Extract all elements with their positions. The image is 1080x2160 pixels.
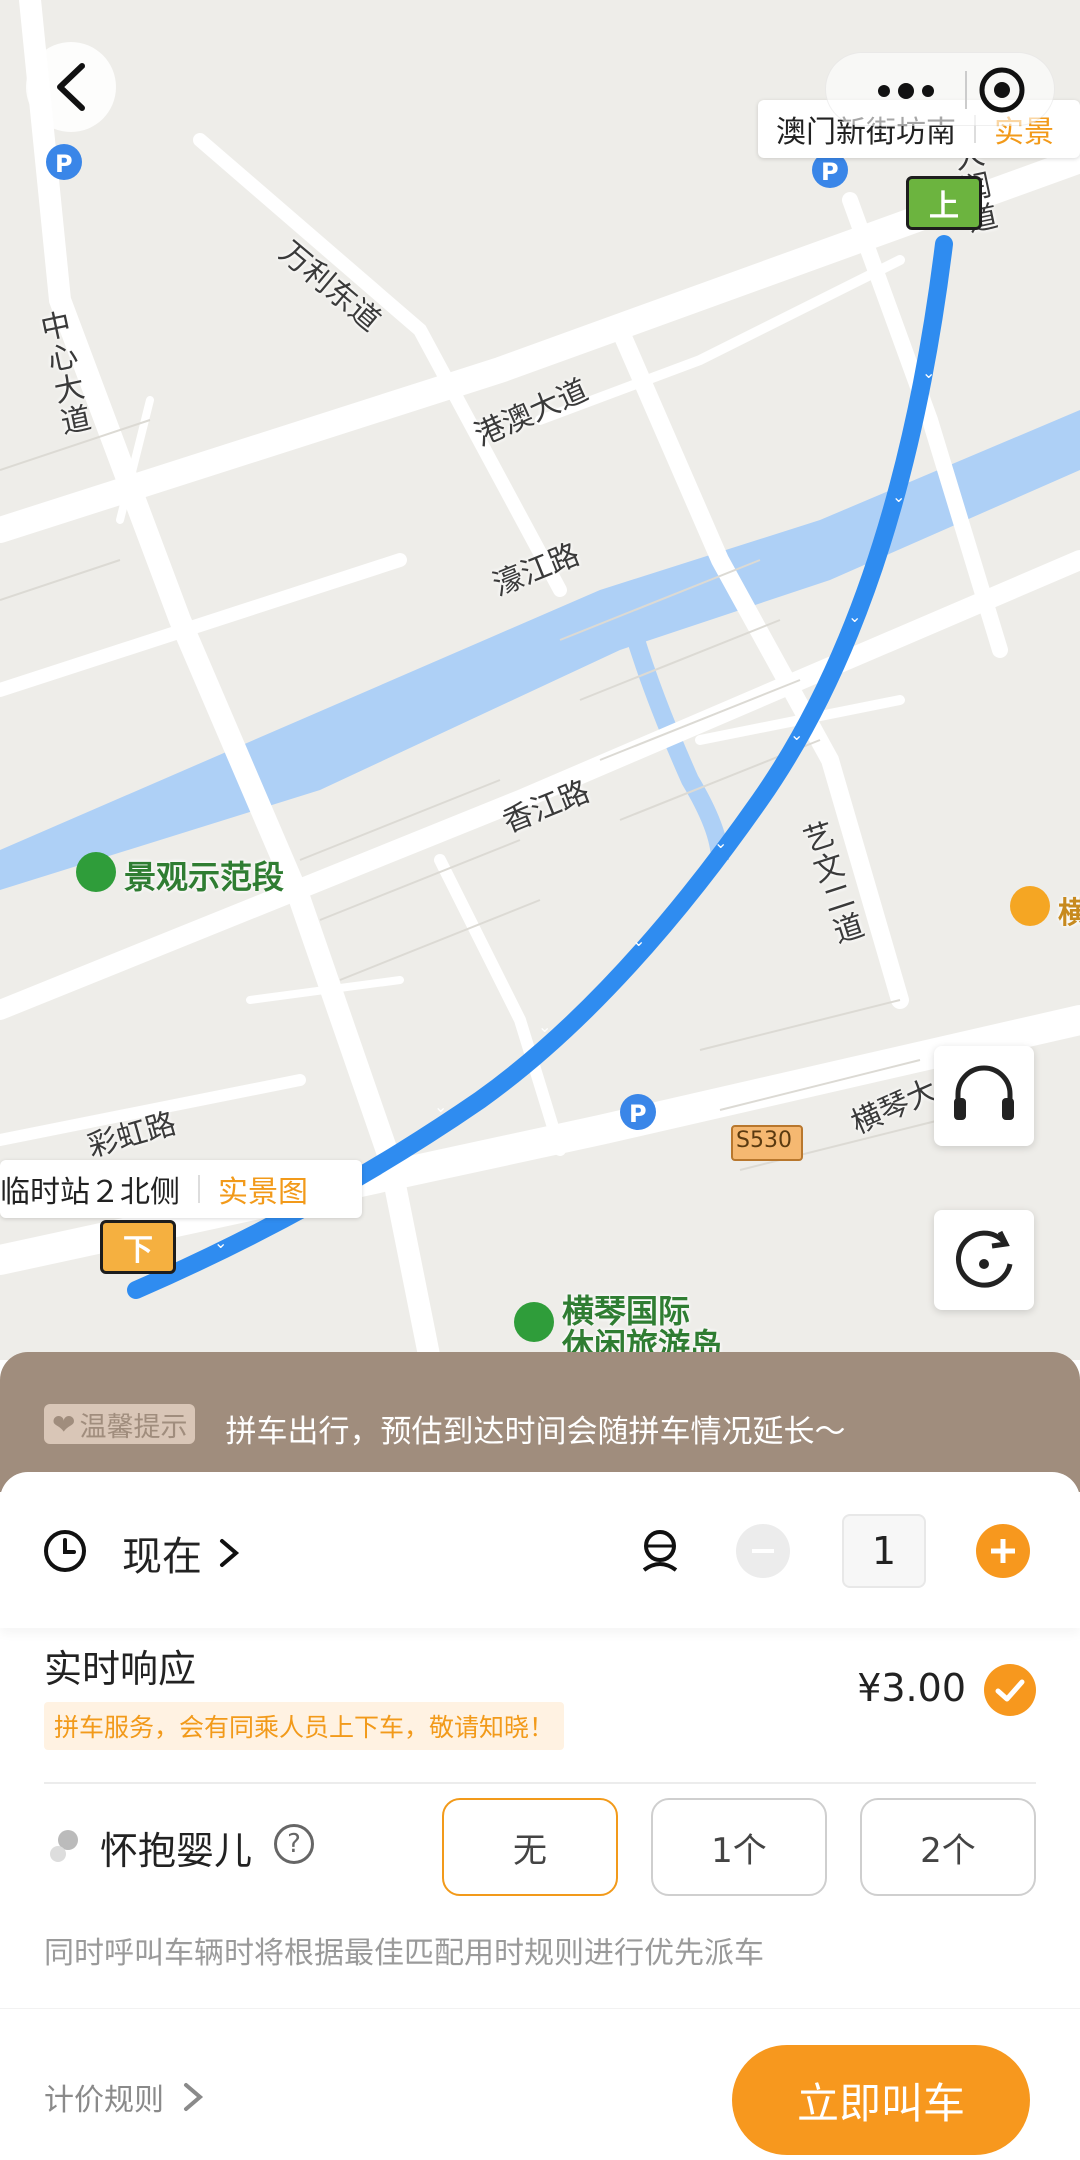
pricing-rules-label: 计价规则 [44, 2083, 164, 2118]
dropoff-name: 临时站２北侧 [0, 1175, 180, 1210]
time-value: 现在 [122, 1534, 202, 1580]
time-passenger-row: 现在 1 [0, 1472, 1080, 1628]
tip-badge-label: 温馨提示 [79, 1411, 188, 1443]
svg-text:⌄: ⌄ [892, 487, 905, 506]
check-icon [995, 1679, 1025, 1702]
heart-icon: ❤ [52, 1407, 76, 1441]
tip-text: 拼车出行，预估到达时间会随拼车情况延长～ [225, 1414, 846, 1450]
dropoff-live-view-link[interactable]: 实景图 [218, 1167, 308, 1211]
infant-option-two[interactable]: 2个 [860, 1798, 1036, 1896]
back-button[interactable] [26, 42, 116, 132]
increase-passenger-button[interactable] [976, 1524, 1030, 1578]
poi-edge-label: 横 [1058, 896, 1080, 931]
passenger-icon [642, 1530, 678, 1572]
tip-banner: ❤ 温馨提示 拼车出行，预估到达时间会随拼车情况延长～ [0, 1352, 1080, 1492]
miniapp-capsule [825, 52, 1055, 126]
poi-scenic-label: 景观示范段 [124, 858, 285, 896]
svg-text:⌄: ⌄ [790, 725, 803, 744]
dropoff-pin[interactable]: 下 [100, 1220, 176, 1274]
dropoff-label[interactable]: 临时站２北侧 实景图 [0, 1160, 362, 1218]
more-icon[interactable] [878, 83, 934, 99]
svg-text:⌄: ⌄ [538, 1017, 551, 1036]
svg-text:⌄: ⌄ [434, 1097, 447, 1116]
tip-badge: ❤ 温馨提示 [44, 1404, 196, 1444]
svg-text:⌄: ⌄ [214, 1233, 227, 1252]
help-icon[interactable]: ? [274, 1824, 314, 1864]
passenger-count[interactable]: 1 [842, 1514, 926, 1588]
baby-icon [50, 1830, 78, 1862]
service-price: ¥3.00 [857, 1666, 966, 1710]
chevron-right-icon [184, 2083, 204, 2111]
svg-text:P: P [629, 1100, 647, 1128]
infant-label: 怀抱婴儿 [100, 1829, 253, 1873]
plus-icon [991, 1539, 1015, 1563]
customer-service-button[interactable] [934, 1046, 1034, 1146]
time-selector[interactable]: 现在 [122, 1524, 244, 1582]
chevron-left-icon [57, 63, 85, 111]
minus-icon [752, 1549, 774, 1553]
decrease-passenger-button[interactable] [736, 1524, 790, 1578]
infant-option-one[interactable]: 1个 [651, 1798, 827, 1896]
infant-option-none[interactable]: 无 [442, 1798, 618, 1896]
svg-text:⌄: ⌄ [922, 363, 935, 382]
refresh-icon [955, 1230, 1013, 1288]
svg-text:⌄: ⌄ [632, 931, 645, 950]
booking-sheet: 现在 1 实时响应 拼车服务，会有同乘人员上下车，敬请知晓！ ¥3.00 怀抱婴… [0, 1472, 1080, 2160]
service-row[interactable]: 实时响应 拼车服务，会有同乘人员上下车，敬请知晓！ ¥3.00 [44, 1647, 1036, 1784]
dispatch-note: 同时呼叫车辆时将根据最佳匹配用时规则进行优先派车 [44, 1936, 764, 1971]
svg-text:P: P [55, 150, 73, 178]
divider [198, 1175, 200, 1203]
map-view[interactable]: ⌄ ⌄ ⌄ ⌄ ⌄ ⌄ ⌄ ⌄ ⌄ P P P 万利东道 中心大道 港澳大道 濠江路 香江路… [0, 0, 1080, 1360]
app-root: ⌄ ⌄ ⌄ ⌄ ⌄ ⌄ ⌄ ⌄ ⌄ P P P 万利东道 中心大道 港澳大道 濠江路 香江路… [0, 0, 1080, 2160]
svg-text:P: P [821, 158, 839, 186]
chevron-right-icon [220, 1539, 240, 1567]
service-name: 实时响应 [44, 1647, 197, 1691]
pickup-pin[interactable]: 上 [906, 176, 982, 230]
relocate-button[interactable] [934, 1210, 1034, 1310]
close-miniapp-icon[interactable] [979, 67, 1025, 113]
service-selected-check[interactable] [984, 1664, 1036, 1716]
pricing-rules-link[interactable]: 计价规则 [44, 2075, 208, 2119]
svg-text:⌄: ⌄ [714, 833, 727, 852]
bottom-bar: 计价规则 立即叫车 [0, 2008, 1080, 2160]
svg-text:⌄: ⌄ [848, 607, 861, 626]
clock-icon [44, 1530, 86, 1572]
highway-shield: S530 [736, 1128, 792, 1153]
headset-icon [954, 1065, 1014, 1120]
service-note: 拼车服务，会有同乘人员上下车，敬请知晓！ [44, 1702, 565, 1750]
call-car-button[interactable]: 立即叫车 [732, 2045, 1030, 2155]
